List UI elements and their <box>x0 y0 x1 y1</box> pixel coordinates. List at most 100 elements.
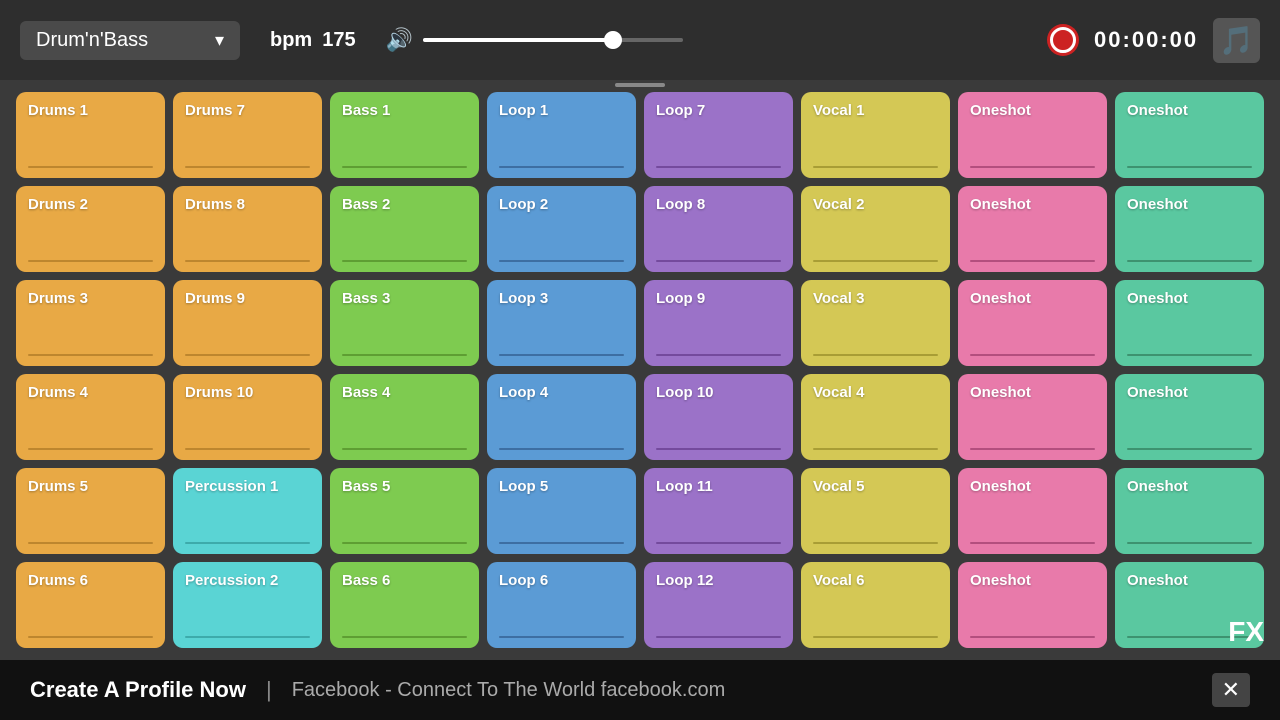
ad-main-text: Create A Profile Now <box>30 677 246 703</box>
genre-selector[interactable]: Drum'n'Bass ▾ <box>20 21 240 60</box>
pad-button[interactable]: Bass 1 <box>330 92 479 178</box>
pad-button[interactable]: Bass 4 <box>330 374 479 460</box>
pad-underline <box>28 448 153 450</box>
pad-button[interactable]: Drums 7 <box>173 92 322 178</box>
pad-button[interactable]: Vocal 3 <box>801 280 950 366</box>
record-section: 00:00:00 🎵 <box>1047 18 1260 63</box>
pad-button[interactable]: Oneshot <box>958 186 1107 272</box>
pad-underline <box>28 166 153 168</box>
pad-button[interactable]: Oneshot <box>958 92 1107 178</box>
header: Drum'n'Bass ▾ bpm 175 🔊 00:00:00 🎵 <box>0 0 1280 80</box>
record-inner-icon <box>1056 33 1070 47</box>
pad-button[interactable]: Oneshot <box>958 468 1107 554</box>
pad-underline <box>970 354 1095 356</box>
pad-button[interactable]: Drums 1 <box>16 92 165 178</box>
pad-button[interactable]: Loop 3 <box>487 280 636 366</box>
pad-underline <box>185 260 310 262</box>
bpm-label: bpm <box>270 29 312 52</box>
pad-underline <box>342 354 467 356</box>
pad-label: Loop 9 <box>656 290 705 307</box>
pad-underline <box>1127 448 1252 450</box>
pad-label: Vocal 4 <box>813 384 864 401</box>
pad-button[interactable]: Loop 10 <box>644 374 793 460</box>
pad-button[interactable]: Oneshot <box>958 280 1107 366</box>
pad-underline <box>1127 260 1252 262</box>
pad-button[interactable]: Drums 5 <box>16 468 165 554</box>
pad-label: Oneshot <box>970 478 1031 495</box>
pad-underline <box>813 448 938 450</box>
ad-divider: | <box>266 677 272 703</box>
pad-button[interactable]: Drums 10 <box>173 374 322 460</box>
pad-button[interactable]: Drums 8 <box>173 186 322 272</box>
pad-label: Drums 1 <box>28 102 88 119</box>
pad-label: Oneshot <box>1127 102 1188 119</box>
pad-button[interactable]: Oneshot <box>1115 280 1264 366</box>
pad-button[interactable]: Vocal 5 <box>801 468 950 554</box>
pad-label: Oneshot <box>1127 572 1188 589</box>
pad-button[interactable]: Vocal 1 <box>801 92 950 178</box>
pad-button[interactable]: Oneshot <box>1115 374 1264 460</box>
pad-button[interactable]: Loop 5 <box>487 468 636 554</box>
pad-button[interactable]: Bass 5 <box>330 468 479 554</box>
pad-button[interactable]: Oneshot <box>1115 468 1264 554</box>
pad-button[interactable]: Loop 7 <box>644 92 793 178</box>
music-library-icon[interactable]: 🎵 <box>1213 18 1260 63</box>
pad-button[interactable]: Vocal 2 <box>801 186 950 272</box>
pad-label: Bass 4 <box>342 384 390 401</box>
pad-button[interactable]: Vocal 6 <box>801 562 950 648</box>
pad-button[interactable]: Loop 9 <box>644 280 793 366</box>
pad-button[interactable]: Percussion 2 <box>173 562 322 648</box>
pad-button[interactable]: Drums 6 <box>16 562 165 648</box>
pad-label: Bass 6 <box>342 572 390 589</box>
pad-label: Loop 10 <box>656 384 714 401</box>
genre-label: Drum'n'Bass <box>36 29 148 52</box>
volume-slider[interactable] <box>423 38 683 42</box>
pad-underline <box>185 166 310 168</box>
pad-button[interactable]: Oneshot <box>1115 186 1264 272</box>
pad-underline <box>656 636 781 638</box>
pad-button[interactable]: Drums 3 <box>16 280 165 366</box>
pad-underline <box>499 542 624 544</box>
volume-icon: 🔊 <box>386 27 413 53</box>
pad-button[interactable]: Drums 9 <box>173 280 322 366</box>
volume-thumb <box>604 31 622 49</box>
pad-button[interactable]: Bass 6 <box>330 562 479 648</box>
pad-button[interactable]: Loop 2 <box>487 186 636 272</box>
fx-label[interactable]: FX <box>1228 616 1264 648</box>
ad-sub-text: Facebook - Connect To The World facebook… <box>292 679 726 702</box>
pad-button[interactable]: Bass 2 <box>330 186 479 272</box>
pad-button[interactable]: Bass 3 <box>330 280 479 366</box>
pad-underline <box>970 542 1095 544</box>
pad-button[interactable]: Drums 4 <box>16 374 165 460</box>
pad-button[interactable]: Loop 11 <box>644 468 793 554</box>
bpm-value: 175 <box>322 29 355 52</box>
pad-label: Loop 12 <box>656 572 714 589</box>
pad-button[interactable]: Percussion 1 <box>173 468 322 554</box>
pad-underline <box>970 448 1095 450</box>
pad-button[interactable]: Loop 1 <box>487 92 636 178</box>
pad-button[interactable]: Oneshot <box>958 562 1107 648</box>
pad-label: Loop 2 <box>499 196 548 213</box>
pad-button[interactable]: Loop 12 <box>644 562 793 648</box>
pad-button[interactable]: Oneshot <box>1115 92 1264 178</box>
pad-button[interactable]: Loop 6 <box>487 562 636 648</box>
pad-underline <box>656 260 781 262</box>
scroll-indicator <box>615 83 665 87</box>
pad-underline <box>1127 354 1252 356</box>
pad-underline <box>970 636 1095 638</box>
pad-button[interactable]: Oneshot <box>958 374 1107 460</box>
pad-underline <box>970 260 1095 262</box>
pad-label: Oneshot <box>970 290 1031 307</box>
pad-label: Oneshot <box>1127 290 1188 307</box>
record-button[interactable] <box>1047 24 1079 56</box>
ad-banner: Create A Profile Now | Facebook - Connec… <box>0 660 1280 720</box>
pad-underline <box>813 636 938 638</box>
pad-button[interactable]: Vocal 4 <box>801 374 950 460</box>
pad-button[interactable]: Drums 2 <box>16 186 165 272</box>
pad-label: Bass 2 <box>342 196 390 213</box>
pad-button[interactable]: Loop 4 <box>487 374 636 460</box>
pad-button[interactable]: Loop 8 <box>644 186 793 272</box>
pad-label: Loop 6 <box>499 572 548 589</box>
ad-close-button[interactable]: ✕ <box>1212 673 1250 707</box>
pad-underline <box>185 636 310 638</box>
